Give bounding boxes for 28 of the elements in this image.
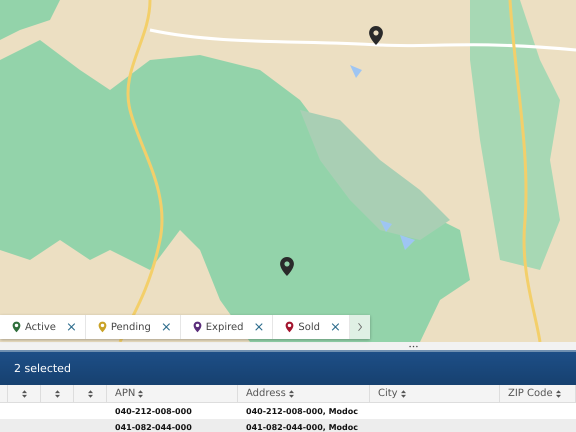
sort-icon <box>400 390 406 398</box>
column-header[interactable]: City <box>370 385 500 402</box>
sort-icon <box>556 390 561 398</box>
column-header[interactable]: APN <box>107 385 238 402</box>
table-cell: 040-212-008-000, Modoc <box>246 406 358 416</box>
column-header[interactable]: ZIP Code <box>500 385 576 402</box>
map-pin-icon[interactable] <box>369 26 383 45</box>
legend-label: Pending <box>110 322 151 332</box>
legend-label: Sold <box>298 322 320 332</box>
column-header[interactable]: Address <box>238 385 370 402</box>
sort-icon <box>138 390 144 398</box>
table-cell: 041-082-044-000, Modoc <box>246 422 358 432</box>
remove-filter-button[interactable]: × <box>158 320 174 334</box>
chevron-right-icon <box>356 322 363 332</box>
legend-label: Active <box>25 322 56 332</box>
table-cell: 041-082-044-000 <box>115 422 192 432</box>
map-pin-icon[interactable] <box>280 257 294 276</box>
sort-icon <box>22 390 26 398</box>
sort-icon <box>54 390 60 398</box>
remove-filter-button[interactable]: × <box>64 320 79 334</box>
resize-handle-icon[interactable] <box>409 344 418 348</box>
selection-count: 2 selected <box>14 362 71 375</box>
remove-filter-button[interactable]: × <box>328 320 343 334</box>
remove-filter-button[interactable]: × <box>252 320 266 334</box>
sort-icon <box>288 390 294 398</box>
table-cell: 040-212-008-000 <box>115 406 192 416</box>
sort-icon <box>88 390 92 398</box>
legend-label: Expired <box>206 322 244 332</box>
